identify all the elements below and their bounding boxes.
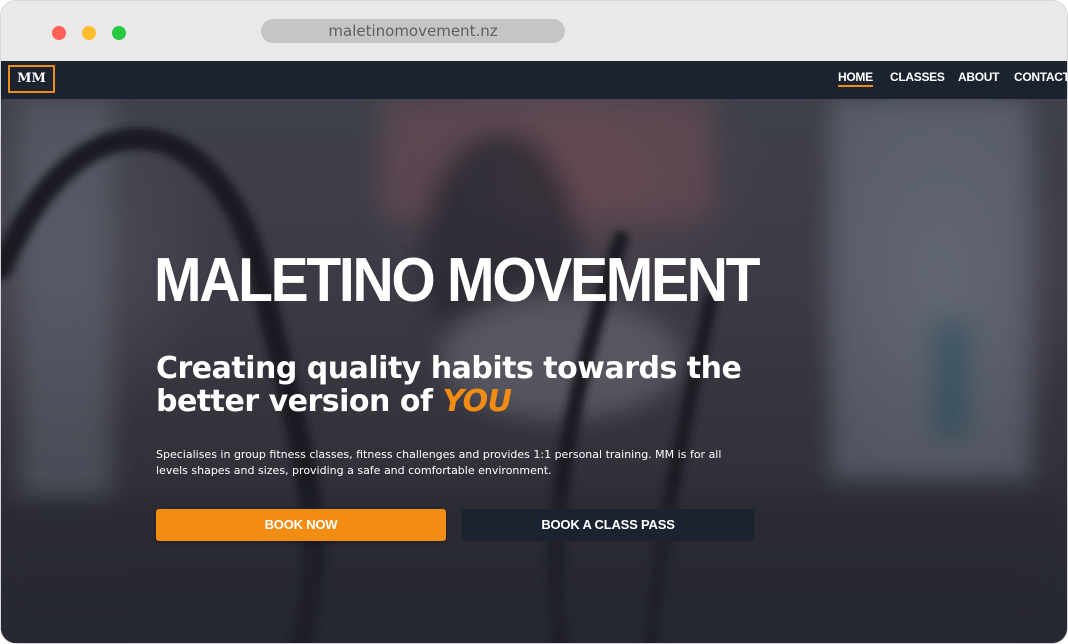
- hero-section: MALETINO MOVEMENT Creating quality habit…: [1, 99, 1067, 643]
- book-now-button[interactable]: BOOK NOW: [156, 509, 446, 541]
- nav-about-link[interactable]: ABOUT: [958, 70, 999, 84]
- site-navbar: MM HOME CLASSES ABOUT CONTACT: [1, 61, 1067, 99]
- book-class-pass-button[interactable]: BOOK A CLASS PASS: [462, 509, 754, 541]
- hero-headline-highlight: YOU: [442, 384, 512, 419]
- close-window-icon[interactable]: [52, 26, 66, 40]
- site-logo[interactable]: MM: [8, 65, 55, 93]
- hero-description: Specialises in group fitness classes, fi…: [156, 448, 722, 477]
- hero-title: MALETINO MOVEMENT: [154, 246, 760, 315]
- nav-classes-link[interactable]: CLASSES: [890, 70, 945, 84]
- hero-headline: Creating quality habits towards the bett…: [156, 352, 776, 418]
- maximize-window-icon[interactable]: [112, 26, 126, 40]
- minimize-window-icon[interactable]: [82, 26, 96, 40]
- nav-home-link[interactable]: HOME: [838, 70, 873, 87]
- browser-window: maletinomovement.nz MM HOME CLASSES ABOU…: [0, 0, 1068, 644]
- browser-chrome: maletinomovement.nz: [1, 1, 1067, 61]
- address-bar[interactable]: maletinomovement.nz: [261, 19, 565, 43]
- nav-contact-link[interactable]: CONTACT: [1014, 70, 1067, 84]
- website: MM HOME CLASSES ABOUT CONTACT MALETINO M…: [1, 61, 1067, 643]
